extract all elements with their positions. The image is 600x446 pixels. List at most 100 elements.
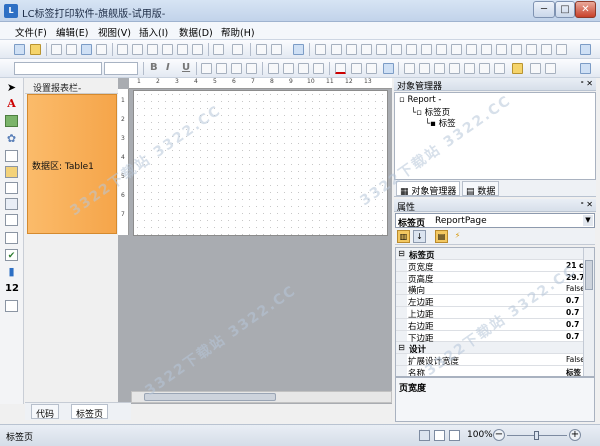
delete-icon[interactable] [177, 44, 188, 55]
object-manager-pin-close[interactable]: ᐤ ✕ [581, 79, 593, 88]
export-icon[interactable] [96, 44, 107, 55]
chevron-down-icon[interactable]: ▼ [583, 215, 593, 226]
toolbar-overflow-icon[interactable] [580, 44, 591, 55]
text-align-right-icon[interactable] [231, 63, 242, 74]
menu-insert[interactable]: 插入(I) [139, 25, 168, 39]
align-middle-icon[interactable] [391, 44, 402, 55]
highlight-icon[interactable] [313, 63, 324, 74]
code-tab[interactable]: 代码 [31, 404, 60, 420]
bold-button[interactable]: B [150, 62, 158, 73]
send-back-icon[interactable] [526, 44, 537, 55]
align-top-icon[interactable] [376, 44, 387, 55]
ungroup-icon[interactable] [271, 44, 282, 55]
categorized-icon[interactable]: ▥ [397, 230, 410, 243]
paste-icon[interactable] [147, 44, 158, 55]
property-value[interactable]: 0.7 [566, 332, 583, 341]
chart-object-icon[interactable]: ▮ [5, 266, 18, 278]
italic-button[interactable]: I [166, 62, 170, 73]
redo-icon[interactable] [232, 44, 243, 55]
label-page-tab[interactable]: 标签页 [71, 404, 109, 420]
matrix-object-icon[interactable] [5, 198, 18, 210]
tree-node-report[interactable]: ▫ Report - [399, 95, 441, 105]
property-category[interactable]: ⊟ 设计 [396, 342, 583, 355]
valign-middle-icon[interactable] [283, 63, 294, 74]
toolbar-overflow-icon[interactable] [383, 63, 394, 74]
border-left-icon[interactable] [434, 63, 445, 74]
whole-page-icon[interactable] [449, 430, 460, 441]
property-value[interactable]: 0.7 [566, 320, 583, 329]
band-panel-title[interactable]: 设置报表栏- [33, 81, 81, 94]
cut-icon[interactable] [117, 44, 128, 55]
checkbox-object-icon[interactable]: ✔ [5, 249, 18, 261]
font-color-icon[interactable] [335, 63, 346, 74]
border-color-icon[interactable] [512, 63, 523, 74]
maximize-button[interactable]: □ [555, 1, 575, 18]
text-justify-icon[interactable] [246, 63, 257, 74]
snap-grid-icon[interactable] [556, 44, 567, 55]
undo-icon[interactable] [213, 44, 224, 55]
space-horizontal-icon[interactable] [451, 44, 462, 55]
select-pointer-icon[interactable]: ➤ [5, 82, 18, 94]
property-value[interactable]: 标签 [566, 367, 583, 376]
property-grid-scrollbar[interactable] [583, 248, 594, 376]
line-style-icon[interactable] [530, 63, 541, 74]
scroll-thumb[interactable] [585, 260, 593, 290]
collapse-icon[interactable]: ⊟ [396, 342, 407, 354]
menu-edit[interactable]: 编辑(E) [56, 25, 88, 39]
align-left-icon[interactable] [331, 44, 342, 55]
menu-file[interactable]: 文件(F) [15, 25, 47, 39]
close-button[interactable]: ✕ [575, 1, 596, 18]
same-width-icon[interactable] [421, 44, 432, 55]
object-selector[interactable]: 标签页 ReportPage ▼ [395, 213, 595, 229]
subreport-object-icon[interactable] [5, 232, 18, 244]
events-icon[interactable]: ⚡ [451, 230, 464, 243]
label-page-canvas[interactable] [133, 90, 388, 236]
align-bottom-icon[interactable] [406, 44, 417, 55]
line-object-icon[interactable] [5, 150, 18, 162]
border-none-icon[interactable] [479, 63, 490, 74]
font-size-combo[interactable] [104, 62, 138, 75]
space-vertical-icon[interactable] [466, 44, 477, 55]
number-object-icon[interactable]: 12 [5, 283, 19, 295]
properties-view-icon[interactable]: ▤ [435, 230, 448, 243]
align-grid-icon[interactable] [315, 44, 326, 55]
line-width-icon[interactable] [545, 63, 556, 74]
print-icon[interactable] [66, 44, 77, 55]
menu-view[interactable]: 视图(V) [98, 25, 131, 39]
zoom-out-icon[interactable]: − [493, 429, 505, 441]
toolbar-overflow-icon[interactable] [293, 44, 304, 55]
text-align-left-icon[interactable] [201, 63, 212, 74]
underline-button[interactable]: U [182, 62, 190, 73]
valign-bottom-icon[interactable] [298, 63, 309, 74]
center-horizontal-icon[interactable] [481, 44, 492, 55]
picture-object-icon[interactable] [5, 115, 18, 127]
group-icon[interactable] [256, 44, 267, 55]
shadow-icon[interactable] [494, 63, 505, 74]
format-painter-icon[interactable] [162, 44, 173, 55]
sort-alpha-icon[interactable]: ↓ [413, 230, 426, 243]
properties-pin-close[interactable]: ᐤ ✕ [581, 200, 593, 209]
property-value[interactable]: 0.7 [566, 308, 583, 317]
border-bottom-icon[interactable] [419, 63, 430, 74]
align-right-icon[interactable] [361, 44, 372, 55]
shape-object-icon[interactable]: ✿ [5, 133, 18, 145]
fill-color-icon[interactable] [351, 63, 362, 74]
property-category[interactable]: ⊟ 标签页 [396, 248, 583, 261]
bring-front-icon[interactable] [511, 44, 522, 55]
minimize-button[interactable]: ─ [533, 1, 555, 18]
view-mode-icon[interactable] [419, 430, 430, 441]
text-object-icon[interactable]: A [5, 98, 18, 110]
border-top-icon[interactable] [404, 63, 415, 74]
center-vertical-icon[interactable] [496, 44, 507, 55]
copy-icon[interactable] [132, 44, 143, 55]
toolbar-overflow-icon[interactable] [580, 63, 591, 74]
menu-data[interactable]: 数据(D) [179, 25, 213, 39]
table-object-icon[interactable] [5, 182, 18, 194]
font-name-combo[interactable] [14, 62, 102, 75]
save-icon[interactable] [51, 44, 62, 55]
property-value[interactable]: 0.7 [566, 296, 583, 305]
text-align-center-icon[interactable] [216, 63, 227, 74]
property-value[interactable]: False [566, 284, 583, 293]
property-value[interactable]: False [566, 355, 583, 364]
zipcode-object-icon[interactable] [5, 300, 18, 312]
